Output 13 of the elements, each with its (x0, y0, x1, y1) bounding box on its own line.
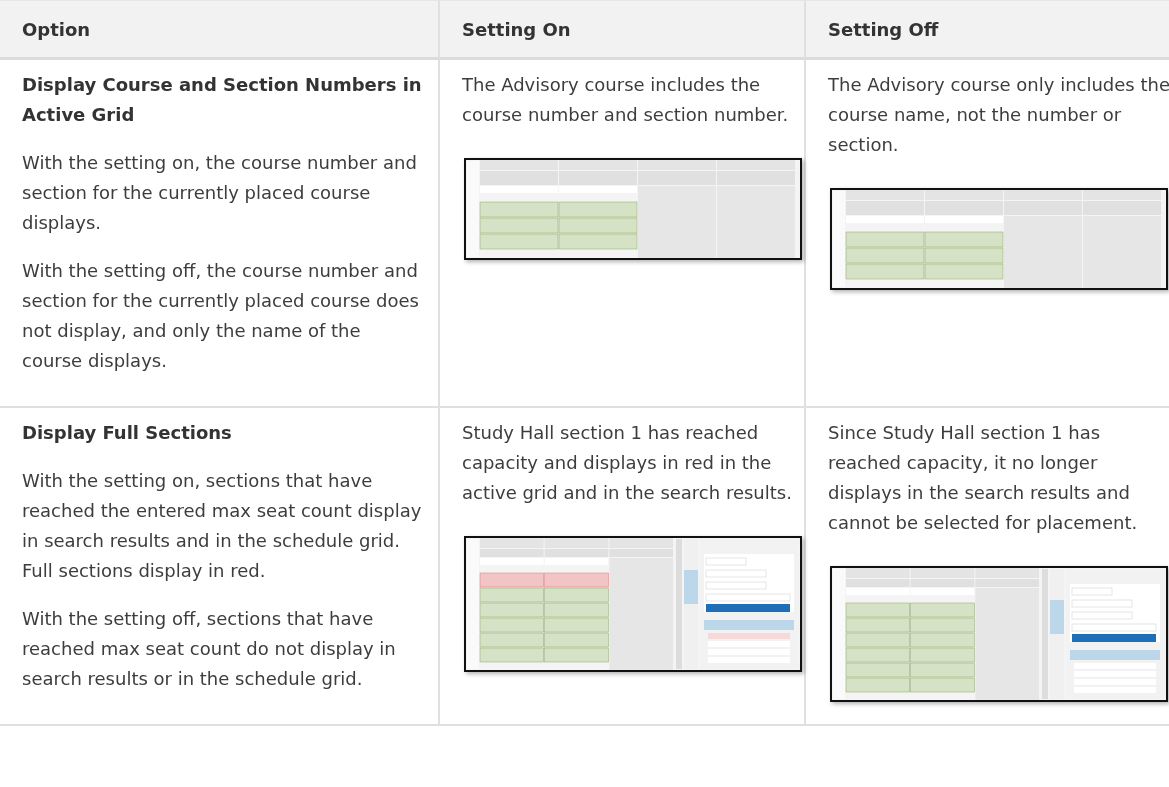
option-description: With the setting on, the course number and section for the currently placed course displays. (22, 151, 418, 235)
column-header: Option (0, 0, 440, 60)
setting-description: Since Study Hall section 1 has reached capacity, it no longer displays in the search results and cannot be selected for placement. (828, 421, 1139, 535)
option-description: With the setting off, sections that have reached max seat count do not display in search results or in the schedule grid. (22, 607, 397, 691)
option-title: Display Full Sections (22, 421, 233, 445)
column-header: Setting On (440, 0, 806, 60)
option-title: Display Course and Section Numbers in Active Grid (22, 73, 423, 127)
option-description: With the setting off, the course number and section for the currently placed course does not display, and only the name of the course displays. (22, 259, 420, 373)
option-description: With the setting on, sections that have reached the entered max seat count display in search results and in the schedule grid. Full sections display in red. (22, 469, 423, 583)
setting-description: The Advisory course includes the course number and section number. (462, 73, 790, 127)
column-header: Setting Off (806, 0, 1169, 60)
setting-description: The Advisory course only includes the course name, not the number or section. (828, 73, 1169, 157)
setting-description: Study Hall section 1 has reached capacity and displays in red in the active grid and in the search results. (462, 421, 792, 505)
